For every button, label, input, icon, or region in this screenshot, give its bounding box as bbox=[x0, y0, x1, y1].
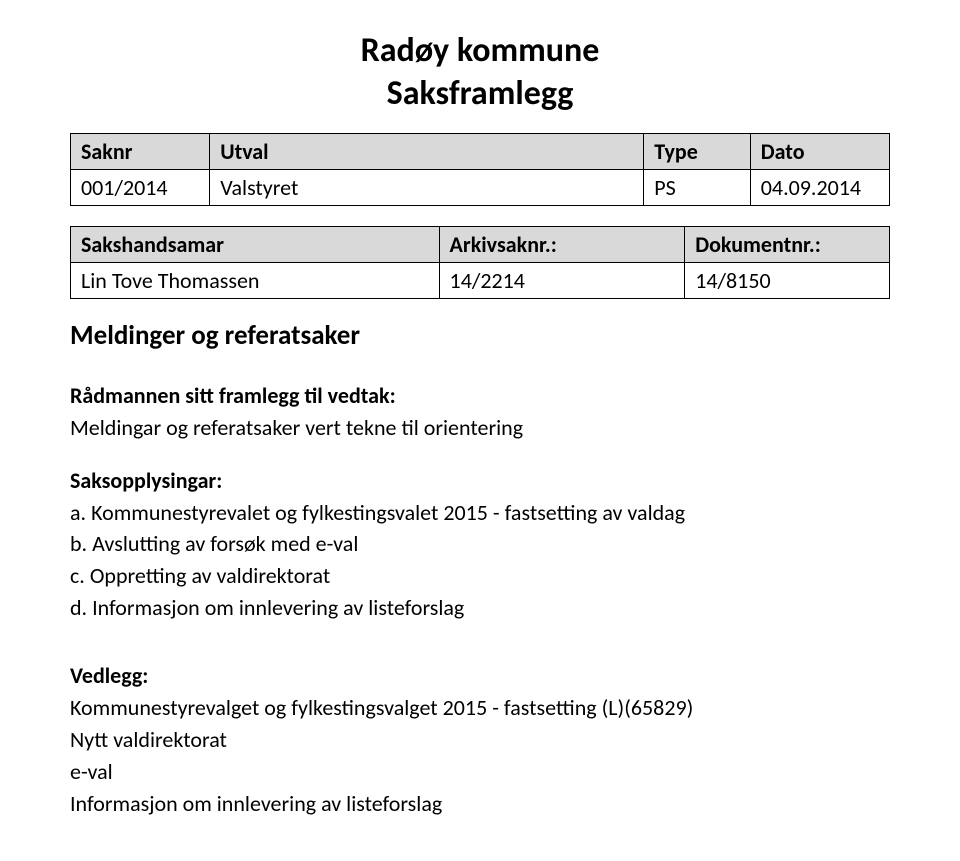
list-item: a. Kommunestyrevalet og fylkestingsvalet… bbox=[70, 498, 890, 528]
cell-saknr: 001/2014 bbox=[71, 170, 210, 206]
table-row: Lin Tove Thomassen 14/2214 14/8150 bbox=[71, 263, 890, 299]
header-type: Type bbox=[644, 134, 750, 170]
cell-type: PS bbox=[644, 170, 750, 206]
header-sakshandsamar: Sakshandsamar bbox=[71, 227, 440, 263]
cell-dok: 14/8150 bbox=[685, 263, 890, 299]
framlegg-text: Meldingar og referatsaker vert tekne til… bbox=[70, 413, 890, 443]
header-saknr: Saknr bbox=[71, 134, 210, 170]
header-arkivsaknr: Arkivsaknr.: bbox=[439, 227, 685, 263]
header-utval: Utval bbox=[210, 134, 644, 170]
saksopplysingar-heading: Saksopplysingar: bbox=[70, 467, 890, 494]
table-header-row: Sakshandsamar Arkivsaknr.: Dokumentnr.: bbox=[71, 227, 890, 263]
table-header-row: Saknr Utval Type Dato bbox=[71, 134, 890, 170]
framlegg-heading: Rådmannen sitt framlegg til vedtak: bbox=[70, 382, 890, 409]
list-item: e-val bbox=[70, 757, 890, 787]
vedlegg-heading: Vedlegg: bbox=[70, 662, 890, 689]
municipality-name: Radøy kommune bbox=[70, 30, 890, 73]
header-dato: Dato bbox=[750, 134, 889, 170]
handler-table: Sakshandsamar Arkivsaknr.: Dokumentnr.: … bbox=[70, 226, 890, 299]
list-item: c. Oppretting av valdirektorat bbox=[70, 561, 890, 591]
header-dokumentnr: Dokumentnr.: bbox=[685, 227, 890, 263]
cell-utval: Valstyret bbox=[210, 170, 644, 206]
case-title: Meldinger og referatsaker bbox=[70, 319, 890, 352]
case-table: Saknr Utval Type Dato 001/2014 Valstyret… bbox=[70, 133, 890, 206]
saksopplysingar-list: a. Kommunestyrevalet og fylkestingsvalet… bbox=[70, 498, 890, 623]
list-item: Informasjon om innlevering av listeforsl… bbox=[70, 789, 890, 819]
cell-dato: 04.09.2014 bbox=[750, 170, 889, 206]
cell-name: Lin Tove Thomassen bbox=[71, 263, 440, 299]
document-header: Radøy kommune Saksframlegg bbox=[70, 30, 890, 115]
list-item: d. Informasjon om innlevering av listefo… bbox=[70, 593, 890, 623]
list-item: Kommunestyrevalget og fylkestingsvalget … bbox=[70, 693, 890, 723]
table-row: 001/2014 Valstyret PS 04.09.2014 bbox=[71, 170, 890, 206]
document-type: Saksframlegg bbox=[70, 73, 890, 116]
list-item: b. Avslutting av forsøk med e-val bbox=[70, 529, 890, 559]
vedlegg-list: Kommunestyrevalget og fylkestingsvalget … bbox=[70, 693, 890, 818]
cell-arkiv: 14/2214 bbox=[439, 263, 685, 299]
list-item: Nytt valdirektorat bbox=[70, 725, 890, 755]
